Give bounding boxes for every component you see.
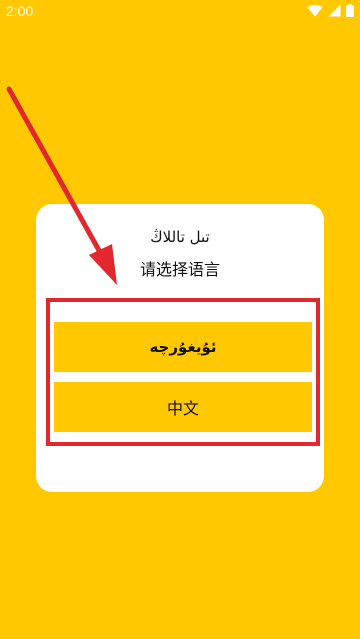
uyghur-language-button[interactable]: ئۇيغۇرچە	[54, 322, 312, 372]
language-dialog: تىل تاللاڭ 请选择语言 ئۇيغۇرچە 中文	[36, 204, 324, 492]
dialog-title-chinese: 请选择语言	[139, 260, 220, 279]
signal-icon	[328, 4, 341, 17]
dialog-title-uyghur: تىل تاللاڭ	[150, 228, 210, 246]
status-bar: 2:00	[0, 0, 360, 24]
status-time: 2:00	[6, 3, 34, 19]
chinese-language-button[interactable]: 中文	[54, 382, 312, 432]
app-screen: 2:00 تىل تاللاڭ 请选择语言 ئۇيغۇرچە 中文	[0, 0, 360, 639]
wifi-icon	[307, 4, 323, 17]
status-icons	[307, 4, 354, 17]
battery-icon	[346, 4, 354, 17]
